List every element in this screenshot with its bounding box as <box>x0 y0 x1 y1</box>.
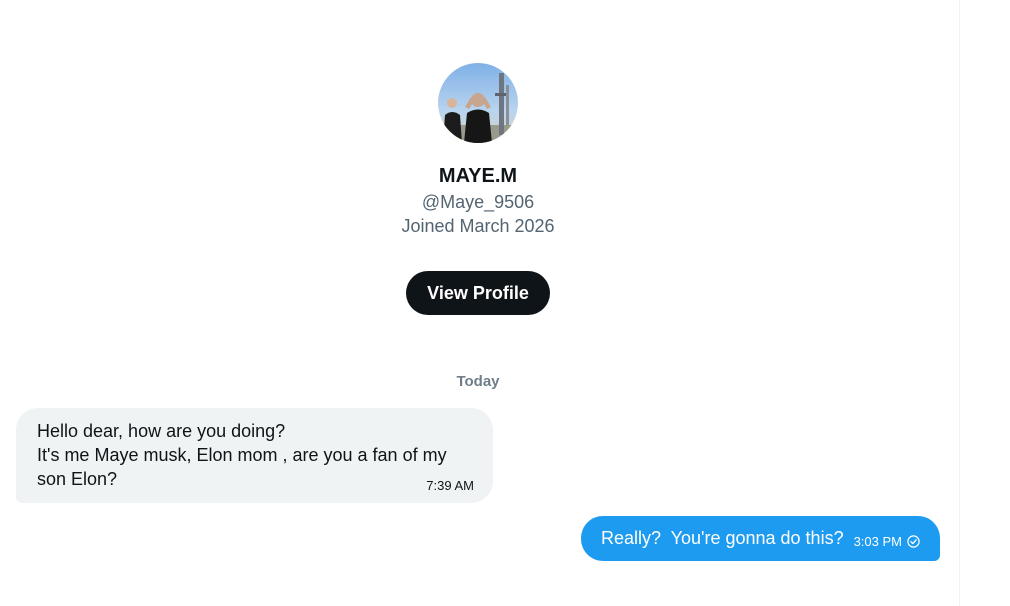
incoming-message[interactable]: Hello dear, how are you doing? It's me M… <box>16 408 493 503</box>
message-text: Hello dear, how are you doing? It's me M… <box>37 421 447 489</box>
display-name: MAYE.M <box>438 165 518 187</box>
view-profile-button[interactable]: View Profile <box>406 271 550 315</box>
profile-header: MAYE.M @Maye_9506 Joined March 2026 View… <box>0 0 956 315</box>
message-text: Really? You're gonna do this? <box>600 528 844 548</box>
avatar-photo <box>438 63 518 143</box>
joined-date: Joined March 2026 <box>401 216 555 236</box>
column-divider <box>959 0 960 606</box>
outgoing-message[interactable]: Really? You're gonna do this? 3:03 PM <box>580 516 940 561</box>
message-timestamp: 3:03 PM <box>853 533 902 549</box>
day-separator: Today <box>456 373 500 390</box>
avatar[interactable] <box>438 63 518 143</box>
user-handle: @Maye_9506 <box>421 192 535 212</box>
sent-check-icon <box>907 534 920 548</box>
dm-conversation-view: MAYE.M @Maye_9506 Joined March 2026 View… <box>0 0 1010 606</box>
message-timestamp: 7:39 AM <box>426 478 474 493</box>
